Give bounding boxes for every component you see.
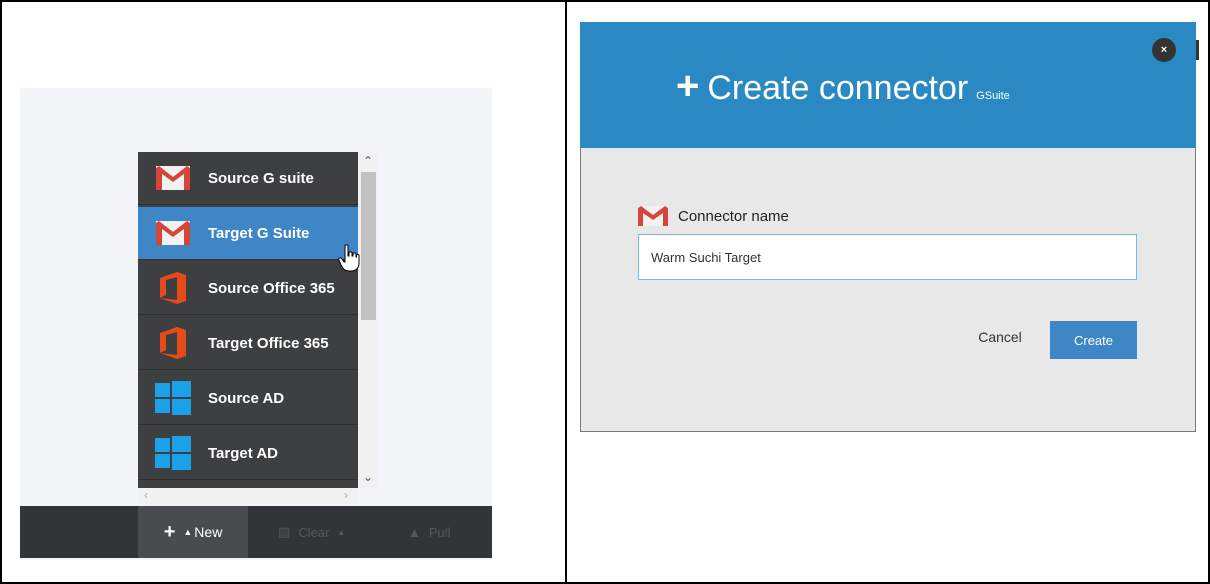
dialog-title-sub: GSuite <box>976 90 1010 102</box>
new-button-label: New <box>194 524 223 540</box>
clear-button[interactable]: ▧ Clear ▲ <box>278 506 345 558</box>
clear-button-label: Clear <box>298 524 330 540</box>
new-connector-dropdown: Source G suite Target G Suite Source Offic… <box>138 152 358 488</box>
scroll-right-arrow-icon[interactable]: › <box>344 488 348 502</box>
dropdown-item-label: Source AD <box>208 389 285 407</box>
pull-button[interactable]: ▲ Pull <box>408 506 451 558</box>
database-icon: ▧ <box>278 524 291 539</box>
dialog-title-text: Create connector <box>707 69 969 107</box>
connector-name-label: Connector name <box>678 207 789 225</box>
dialog-title: + Create connector GSuite <box>676 64 1010 109</box>
windows-icon <box>138 427 208 480</box>
dropdown-scrollbar-thumb[interactable] <box>361 172 376 320</box>
office365-icon <box>138 317 208 370</box>
new-button[interactable]: + ▲ New <box>138 506 248 558</box>
dropdown-item[interactable]: Source Office 365 <box>138 262 358 315</box>
dropdown-item-label: Target Office 365 <box>208 334 329 352</box>
gmail-icon <box>138 152 208 205</box>
dropdown-item-label: Source G suite <box>208 169 314 187</box>
dropdown-item[interactable]: Target Office 365 <box>138 317 358 370</box>
dropdown-item[interactable]: Source AD <box>138 372 358 425</box>
connector-name-label-row: Connector name <box>638 206 789 226</box>
dropdown-item[interactable]: Target G Suite <box>138 207 358 260</box>
windows-icon <box>138 372 208 425</box>
hand-cursor-icon <box>338 244 360 272</box>
dropdown-item-label: Target G Suite <box>208 224 310 242</box>
frame-divider <box>565 0 567 584</box>
create-button[interactable]: Create <box>1050 321 1137 359</box>
scroll-down-arrow-icon[interactable]: ⌄ <box>358 470 378 484</box>
caret-up-icon: ▲ <box>183 527 193 537</box>
dialog-edge <box>1196 40 1199 60</box>
dropdown-item-label: Source Office 365 <box>208 279 335 297</box>
caret-up-icon: ▲ <box>337 527 346 537</box>
cancel-button[interactable]: Cancel <box>962 322 1038 352</box>
gmail-icon <box>138 207 208 260</box>
scroll-up-arrow-icon[interactable]: ⌃ <box>358 154 378 168</box>
dropdown-item[interactable]: Target AD <box>138 427 358 480</box>
dropdown-item[interactable]: Source G suite <box>138 152 358 205</box>
pull-icon: ▲ <box>408 524 421 540</box>
pull-button-label: Pull <box>428 524 451 540</box>
dropdown-horizontal-scrollbar[interactable]: ‹ › <box>138 488 358 504</box>
office365-icon <box>138 262 208 315</box>
dropdown-item-label: Target AD <box>208 444 279 462</box>
close-icon: × <box>1160 44 1168 56</box>
plus-icon: + <box>163 520 176 543</box>
connector-name-input[interactable] <box>638 234 1137 280</box>
close-button[interactable]: × <box>1152 38 1176 62</box>
scroll-left-arrow-icon[interactable]: ‹ <box>144 488 148 502</box>
plus-icon: + <box>676 64 700 108</box>
gmail-icon <box>638 206 668 226</box>
